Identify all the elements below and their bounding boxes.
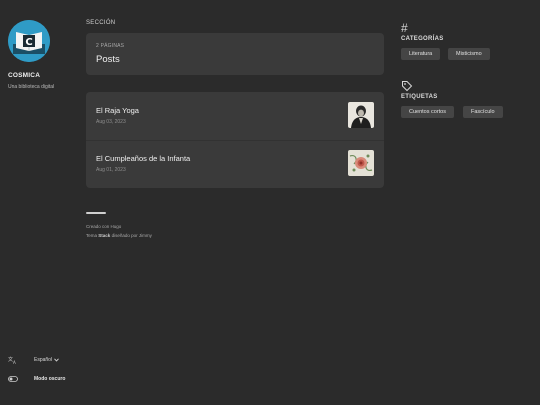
section-name[interactable]: Posts — [96, 54, 120, 65]
footer-divider — [86, 212, 106, 214]
left-sidebar: C COSMICA Una biblioteca digital 文 A Esp… — [0, 0, 80, 405]
article-item[interactable]: El Cumpleaños de la Infanta Aug 01, 2023 — [86, 140, 384, 188]
language-select-value: Español — [34, 357, 53, 363]
book-logo-icon: C — [8, 20, 50, 62]
footer-theme-suffix: diseñado por Jimmy — [111, 233, 152, 238]
rose-thumbnail-icon — [348, 150, 374, 176]
tag-fasciculo[interactable]: Fascículo — [463, 106, 503, 118]
footer-created-with: Creado con Hugo — [86, 224, 122, 229]
tag-icon — [402, 81, 413, 92]
article-item[interactable]: El Raja Yoga Aug 03, 2023 — [86, 92, 384, 141]
chevron-down-icon — [54, 358, 59, 362]
translate-icon: 文 A — [8, 356, 16, 364]
tags-title: ETIQUETAS — [401, 94, 438, 100]
toggle-icon — [8, 376, 18, 382]
dark-mode-label: Modo oscuro — [34, 376, 66, 382]
dark-mode-toggle[interactable]: Modo oscuro — [8, 376, 65, 382]
article-list: El Raja Yoga Aug 03, 2023 El Cumpleaños … — [86, 92, 384, 188]
language-row: 文 A Español — [8, 356, 59, 364]
site-name[interactable]: COSMICA — [8, 72, 40, 79]
article-title[interactable]: El Cumpleaños de la Infanta — [96, 154, 190, 163]
section-page-count: 2 PÁGINAS — [96, 43, 125, 49]
hash-icon: # — [401, 21, 408, 35]
site-avatar[interactable]: C — [8, 20, 50, 62]
footer-theme: Tema Stack diseñado por Jimmy — [86, 233, 152, 238]
section-card[interactable]: 2 PÁGINAS Posts — [86, 33, 384, 75]
article-date: Aug 01, 2023 — [96, 167, 126, 173]
portrait-thumbnail-icon — [348, 102, 374, 128]
category-tag-literatura[interactable]: Literatura — [401, 48, 441, 60]
article-date: Aug 03, 2023 — [96, 119, 126, 125]
categories-title: CATEGORÍAS — [401, 36, 444, 42]
article-thumbnail[interactable] — [348, 150, 374, 176]
article-thumbnail[interactable] — [348, 102, 374, 128]
article-title[interactable]: El Raja Yoga — [96, 106, 139, 115]
site-description: Una biblioteca digital — [8, 84, 55, 90]
section-heading: SECCIÓN — [86, 20, 116, 26]
footer-theme-link[interactable]: Stack — [98, 233, 110, 238]
svg-text:A: A — [13, 360, 16, 364]
svg-text:C: C — [25, 37, 32, 48]
tag-cuentos-cortos[interactable]: Cuentos cortos — [401, 106, 454, 118]
category-tag-misticismo[interactable]: Misticismo — [448, 48, 490, 60]
footer-theme-prefix: Tema — [86, 233, 98, 238]
language-select[interactable]: Español — [34, 357, 59, 363]
